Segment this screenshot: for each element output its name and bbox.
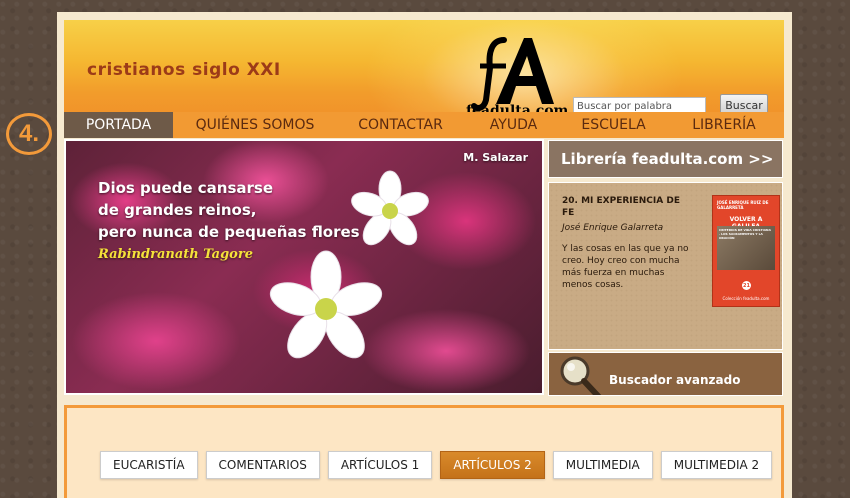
book-author: JOSÉ ENRIQUE RUIZ DE GALARRETA [717,200,769,210]
article-excerpt: Y las cosas en las que ya no creo. Hoy c… [562,244,689,290]
site-title: cristianos siglo XXI [87,60,281,80]
quote-line: de grandes reinos, [98,201,257,219]
content-panel: EUCARISTÍA COMENTARIOS ARTÍCULOS 1 ARTÍC… [64,405,784,498]
article-title[interactable]: 20. MI EXPERIENCIA DE FE [562,195,687,219]
book-cover[interactable]: JOSÉ ENRIQUE RUIZ DE GALARRETA VOLVER A … [712,195,780,307]
tab-eucaristia[interactable]: EUCARISTÍA [100,451,198,479]
white-flower-small-icon [351,170,429,246]
article-author: José Enrique Galarreta [562,223,664,233]
white-flower-large-icon [269,250,383,359]
nav-item-quienes-somos[interactable]: QUIÉNES SOMOS [173,112,337,138]
tab-articulos-1[interactable]: ARTÍCULOS 1 [327,451,433,479]
book-subtitle: CRITERIOS DE VIDA CRISTIANA · LOS SACRAM… [719,228,771,240]
tab-multimedia[interactable]: MULTIMEDIA [552,451,653,479]
photo-credit: M. Salazar [463,151,528,164]
quote-line: pero nunca de pequeñas flores [98,223,360,241]
tab-articulos-2[interactable]: ARTÍCULOS 2 [440,451,545,479]
nav-item-escuela[interactable]: ESCUELA [563,112,664,138]
libreria-banner-link[interactable]: Librería feadulta.com >> [548,140,783,178]
step-number-badge: 4. [6,113,52,155]
main-nav: PORTADA QUIÉNES SOMOS CONTACTAR AYUDA ES… [64,112,784,138]
featured-article[interactable]: 20. MI EXPERIENCIA DE FE José Enrique Ga… [548,182,783,350]
page-frame: cristianos siglo XXI feadulta.com Buscar… [57,12,792,498]
magnifier-icon [560,356,602,395]
quote-line: Dios puede cansarse [98,179,274,197]
hero-banner[interactable]: M. Salazar Dios puede cansarse de grande… [64,139,544,395]
hero-quote: Dios puede cansarse de grandes reinos, p… [98,177,360,243]
nav-item-contactar[interactable]: CONTACTAR [337,112,464,138]
advanced-search-link[interactable]: Buscador avanzado [548,352,783,396]
book-number: 21 [742,281,751,290]
book-collection: Colección feadulta.com [722,296,770,301]
site-header: cristianos siglo XXI feadulta.com Buscar [64,20,784,124]
tab-comentarios[interactable]: COMENTARIOS [205,451,320,479]
content-tabs: EUCARISTÍA COMENTARIOS ARTÍCULOS 1 ARTÍC… [100,451,773,479]
quote-author: Rabindranath Tagore [98,247,253,262]
nav-item-libreria[interactable]: LIBRERÍA [664,112,784,138]
advanced-search-label: Buscador avanzado [609,373,741,387]
book-photo: CRITERIOS DE VIDA CRISTIANA · LOS SACRAM… [717,226,775,270]
nav-item-portada[interactable]: PORTADA [64,112,173,138]
nav-item-ayuda[interactable]: AYUDA [464,112,563,138]
tab-multimedia-2[interactable]: MULTIMEDIA 2 [660,451,773,479]
